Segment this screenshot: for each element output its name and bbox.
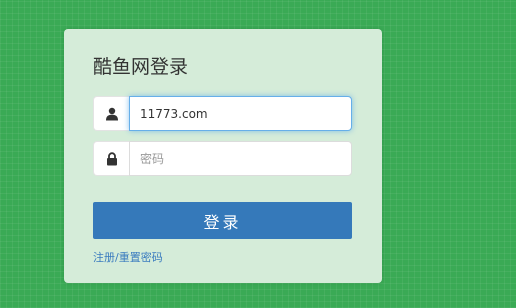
login-button[interactable]: 登录 xyxy=(93,202,352,239)
reset-password-link[interactable]: 重置密码 xyxy=(119,251,163,264)
account-links: 注册/重置密码 xyxy=(93,249,163,265)
login-panel: 酷鱼网登录 登录 注册/重置密码 xyxy=(64,29,382,283)
password-row xyxy=(93,141,352,176)
login-title: 酷鱼网登录 xyxy=(93,56,189,78)
username-row xyxy=(93,96,352,131)
register-link[interactable]: 注册 xyxy=(93,251,115,264)
password-input[interactable] xyxy=(129,141,352,176)
username-input[interactable] xyxy=(129,96,352,131)
user-icon xyxy=(93,96,129,131)
lock-icon xyxy=(93,141,129,176)
